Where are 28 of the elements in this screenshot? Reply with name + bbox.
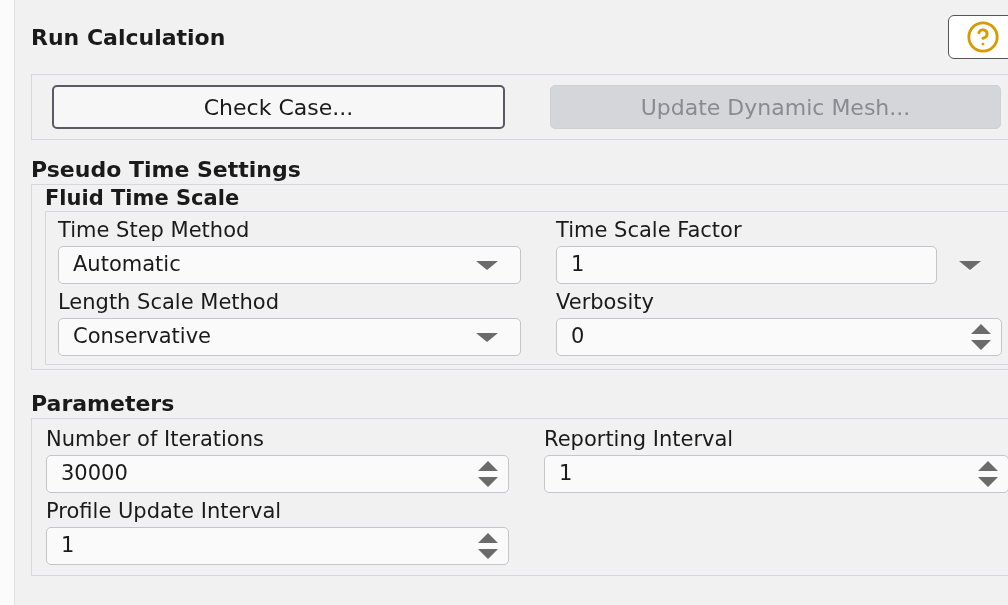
spinner-arrows-icon[interactable] [478,531,498,561]
spinner-arrows-icon[interactable] [978,459,998,489]
field-label: Profile Update Interval [46,498,283,525]
help-button[interactable] [948,15,1008,59]
field-label: Length Scale Method [58,289,281,316]
panel-title: Run Calculation [31,23,226,52]
section-heading: Pseudo Time Settings [31,157,301,182]
group-heading: Fluid Time Scale [45,185,241,211]
spinner-field[interactable]: 1 [46,527,509,565]
field-label: Time Scale Factor [556,217,743,244]
section-heading: Parameters [31,391,175,416]
spinner-field[interactable]: 1 [544,455,1008,493]
caret-icon [476,332,498,342]
field-label: Time Step Method [58,217,251,244]
field-label: Number of Iterations [46,426,265,453]
spinner-arrows-icon[interactable] [478,459,498,489]
help-icon [966,20,1000,54]
spinner-field[interactable]: 0 [556,318,1002,356]
dropdown[interactable]: Conservative [58,318,521,356]
spinner-arrows-icon[interactable] [971,322,991,352]
field-label: Reporting Interval [544,426,735,453]
field-label: Verbosity [556,289,655,316]
dropdown[interactable]: Automatic [58,246,521,284]
action-button[interactable]: Check Case... [52,85,505,129]
menu-caret-icon [958,260,981,270]
caret-icon [476,260,498,270]
spinner-field[interactable]: 30000 [46,455,509,493]
input-field[interactable]: 1 [556,246,937,284]
